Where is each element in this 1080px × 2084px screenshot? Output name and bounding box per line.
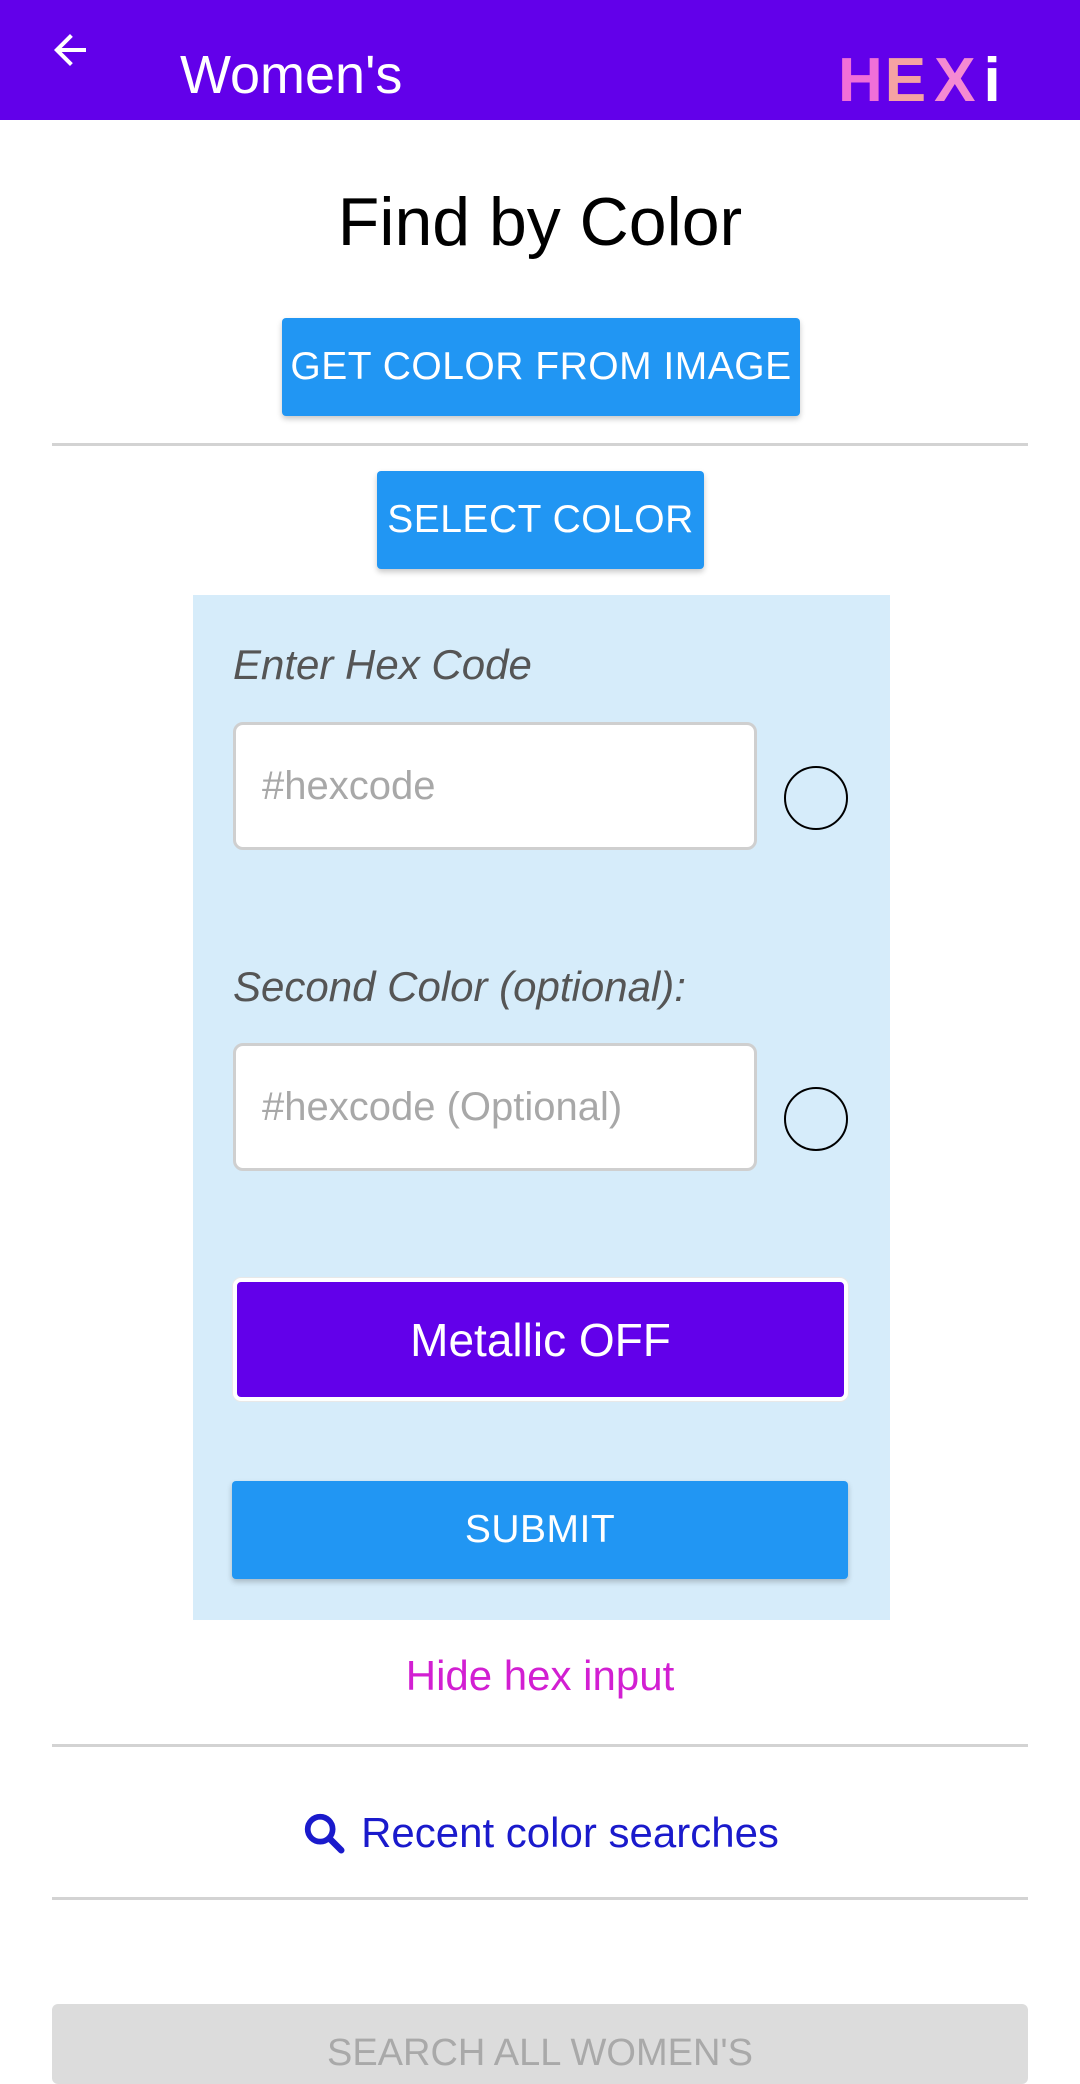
select-color-button[interactable]: SELECT COLOR (377, 471, 704, 569)
second-color-swatch[interactable] (784, 1087, 848, 1151)
search-all-womens-button[interactable]: SEARCH ALL WOMEN'S (52, 2004, 1028, 2084)
hexi-logo: H E X i (838, 48, 1003, 112)
metallic-toggle-button[interactable]: Metallic OFF (233, 1278, 848, 1401)
divider (52, 443, 1028, 446)
second-color-input[interactable] (233, 1043, 757, 1171)
back-button[interactable] (40, 20, 100, 80)
second-color-label: Second Color (optional): (233, 963, 686, 1010)
hide-hex-input-link[interactable]: Hide hex input (0, 1650, 1080, 1702)
recent-color-searches-link[interactable]: Recent color searches (0, 1803, 1080, 1863)
recent-color-searches-label: Recent color searches (361, 1809, 779, 1856)
hex-color-swatch[interactable] (784, 766, 848, 830)
search-icon (304, 1813, 345, 1854)
get-color-from-image-button[interactable]: GET COLOR FROM IMAGE (282, 318, 800, 416)
app-bar: Women's H E X i (0, 0, 1080, 120)
divider (52, 1897, 1028, 1900)
hex-code-input[interactable] (233, 722, 757, 850)
app-bar-title: Women's (180, 45, 403, 105)
divider (52, 1744, 1028, 1747)
hex-code-label: Enter Hex Code (233, 641, 532, 688)
page-title: Find by Color (337, 184, 743, 260)
logo-letter-e: E (884, 46, 929, 115)
submit-button[interactable]: SUBMIT (232, 1481, 848, 1579)
arrow-left-icon (54, 34, 86, 66)
logo-letter-x: X (934, 46, 978, 115)
logo-letter-h: H (838, 46, 885, 115)
logo-letter-i: i (983, 46, 1003, 115)
